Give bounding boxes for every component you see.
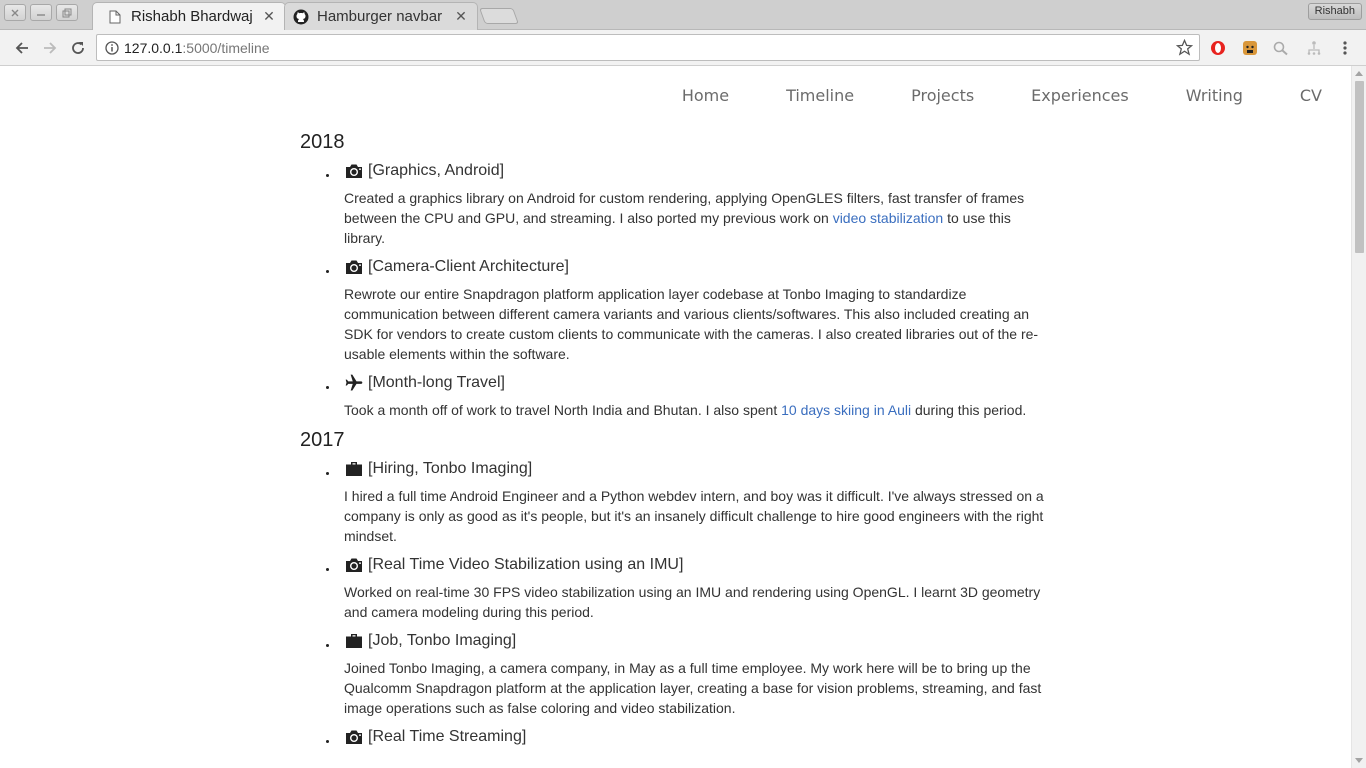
timeline-entry: [Real Time Video Stabilization using an … <box>300 554 1050 622</box>
entry-header: [Graphics, Android] <box>344 160 1050 182</box>
vertical-scrollbar[interactable] <box>1351 66 1366 768</box>
entry-header: [Camera-Client Architecture] <box>344 256 1050 278</box>
entry-header: [Real Time Video Stabilization using an … <box>344 554 1050 576</box>
scrollbar-thumb[interactable] <box>1355 81 1364 253</box>
bullet-icon <box>326 270 329 273</box>
entry-header: [Hiring, Tonbo Imaging] <box>344 458 1050 480</box>
timeline-entry: [Hiring, Tonbo Imaging] I hired a full ti… <box>300 458 1050 546</box>
entry-header: [Job, Tonbo Imaging] <box>344 630 1050 652</box>
forward-button[interactable] <box>40 38 60 58</box>
address-bar[interactable]: 127.0.0.1:5000/timeline <box>96 34 1200 61</box>
timeline-entry: [Graphics, Android] Created a graphics li… <box>300 160 1050 248</box>
tab-label: Rishabh Bhardwaj <box>131 8 253 25</box>
entry-title: [Real Time Streaming] <box>368 728 527 745</box>
entry-description: Rewrote our entire Snapdragon platform a… <box>344 286 1039 362</box>
menu-kebab-icon[interactable] <box>1336 39 1354 57</box>
timeline-entry: [Month-long Travel] Took a month off of w… <box>300 372 1050 420</box>
tab-close-icon[interactable]: ✕ <box>261 8 277 25</box>
entry-title: [Real Time Video Stabilization using an … <box>368 556 684 573</box>
entry-header: [Month-long Travel] <box>344 372 1050 394</box>
browser-toolbar: 127.0.0.1:5000/timeline <box>0 30 1366 66</box>
nav-link-home[interactable]: Home <box>682 86 729 105</box>
nav-link-cv[interactable]: CV <box>1300 86 1322 105</box>
tab-close-icon[interactable]: ✕ <box>453 8 469 25</box>
entry-description: I hired a full time Android Engineer and… <box>344 488 1044 544</box>
nav-link-timeline[interactable]: Timeline <box>786 86 854 105</box>
minimize-window-button[interactable] <box>30 4 52 21</box>
entry-title: [Month-long Travel] <box>368 374 505 391</box>
back-arrow-icon <box>15 42 28 54</box>
maximize-window-button[interactable] <box>56 4 78 21</box>
close-icon <box>11 9 19 16</box>
bullet-icon <box>326 174 329 177</box>
nav-link-projects[interactable]: Projects <box>911 86 974 105</box>
year-section: 2018 [Graphics, Android] Created a graphic… <box>300 130 1050 420</box>
entry-title: [Job, Tonbo Imaging] <box>368 632 517 649</box>
entry-link[interactable]: video stabilization <box>833 210 944 226</box>
site-navigation: Home Timeline Projects Experiences Writi… <box>625 86 1322 105</box>
camera-icon <box>344 727 364 747</box>
info-icon[interactable] <box>105 41 119 55</box>
scroll-down-arrow-icon[interactable] <box>1355 758 1363 763</box>
entry-description: Joined Tonbo Imaging, a camera company, … <box>344 660 1042 716</box>
year-section: 2017 [Hiring, Tonbo Imaging] I hired a ful… <box>300 428 1050 748</box>
year-heading: 2018 <box>300 131 345 153</box>
camera-icon <box>344 555 364 575</box>
search-extension-icon[interactable] <box>1272 39 1290 57</box>
page-viewport: Home Timeline Projects Experiences Writi… <box>0 66 1366 768</box>
forward-arrow-icon <box>44 42 57 54</box>
briefcase-icon <box>344 459 364 479</box>
tab-rishabh-bhardwaj[interactable]: Rishabh Bhardwaj ✕ <box>92 2 286 30</box>
close-window-button[interactable] <box>4 4 26 21</box>
camera-icon <box>344 161 364 181</box>
restore-icon <box>62 8 72 17</box>
camera-icon <box>344 257 364 277</box>
nav-link-experiences[interactable]: Experiences <box>1031 86 1129 105</box>
timeline-entry: [Job, Tonbo Imaging] Joined Tonbo Imaging… <box>300 630 1050 718</box>
bullet-icon <box>326 568 329 571</box>
entry-description: Created a graphics library on Android fo… <box>344 190 1025 246</box>
timeline: 2018 [Graphics, Android] Created a graphic… <box>300 130 1050 756</box>
timeline-entry: [Camera-Client Architecture] Rewrote our … <box>300 256 1050 364</box>
entry-title: [Graphics, Android] <box>368 162 505 179</box>
page-icon <box>107 9 123 25</box>
entry-link[interactable]: 10 days skiing in Auli <box>781 402 911 418</box>
year-heading: 2017 <box>300 429 345 451</box>
briefcase-icon <box>344 631 364 651</box>
back-button[interactable] <box>12 38 32 58</box>
url-path: :5000/timeline <box>182 40 270 56</box>
honey-extension-icon[interactable] <box>1241 39 1259 57</box>
bullet-icon <box>326 740 329 743</box>
network-extension-icon[interactable] <box>1305 39 1323 57</box>
entry-title: [Camera-Client Architecture] <box>368 258 569 275</box>
profile-button[interactable]: Rishabh <box>1307 3 1362 20</box>
opera-extension-icon[interactable] <box>1209 39 1227 57</box>
github-icon <box>293 9 309 25</box>
entry-description: Took a month off of work to travel North… <box>344 402 1027 418</box>
entry-header: [Real Time Streaming] <box>344 726 1050 748</box>
reload-button[interactable] <box>68 38 88 58</box>
entry-description: Worked on real-time 30 FPS video stabili… <box>344 584 1041 620</box>
entry-title: [Hiring, Tonbo Imaging] <box>368 460 533 477</box>
bookmark-star-icon[interactable] <box>1176 39 1193 56</box>
minimize-icon <box>37 13 45 16</box>
scroll-up-arrow-icon[interactable] <box>1355 71 1363 76</box>
bullet-icon <box>326 644 329 647</box>
new-tab-button[interactable] <box>479 8 519 24</box>
window-titlebar: Rishabh Bhardwaj ✕ Hamburger navbar ✕ Ri… <box>0 0 1366 30</box>
url-host: 127.0.0.1 <box>124 40 183 56</box>
timeline-entry: [Real Time Streaming] <box>300 726 1050 748</box>
nav-link-writing[interactable]: Writing <box>1186 86 1243 105</box>
tab-label: Hamburger navbar <box>317 8 443 25</box>
reload-icon <box>72 42 84 54</box>
url-text: 127.0.0.1:5000/timeline <box>124 40 270 56</box>
bullet-icon <box>326 472 329 475</box>
tab-hamburger-navbar[interactable]: Hamburger navbar ✕ <box>284 2 478 30</box>
bullet-icon <box>326 386 329 389</box>
airplane-icon <box>344 373 364 393</box>
